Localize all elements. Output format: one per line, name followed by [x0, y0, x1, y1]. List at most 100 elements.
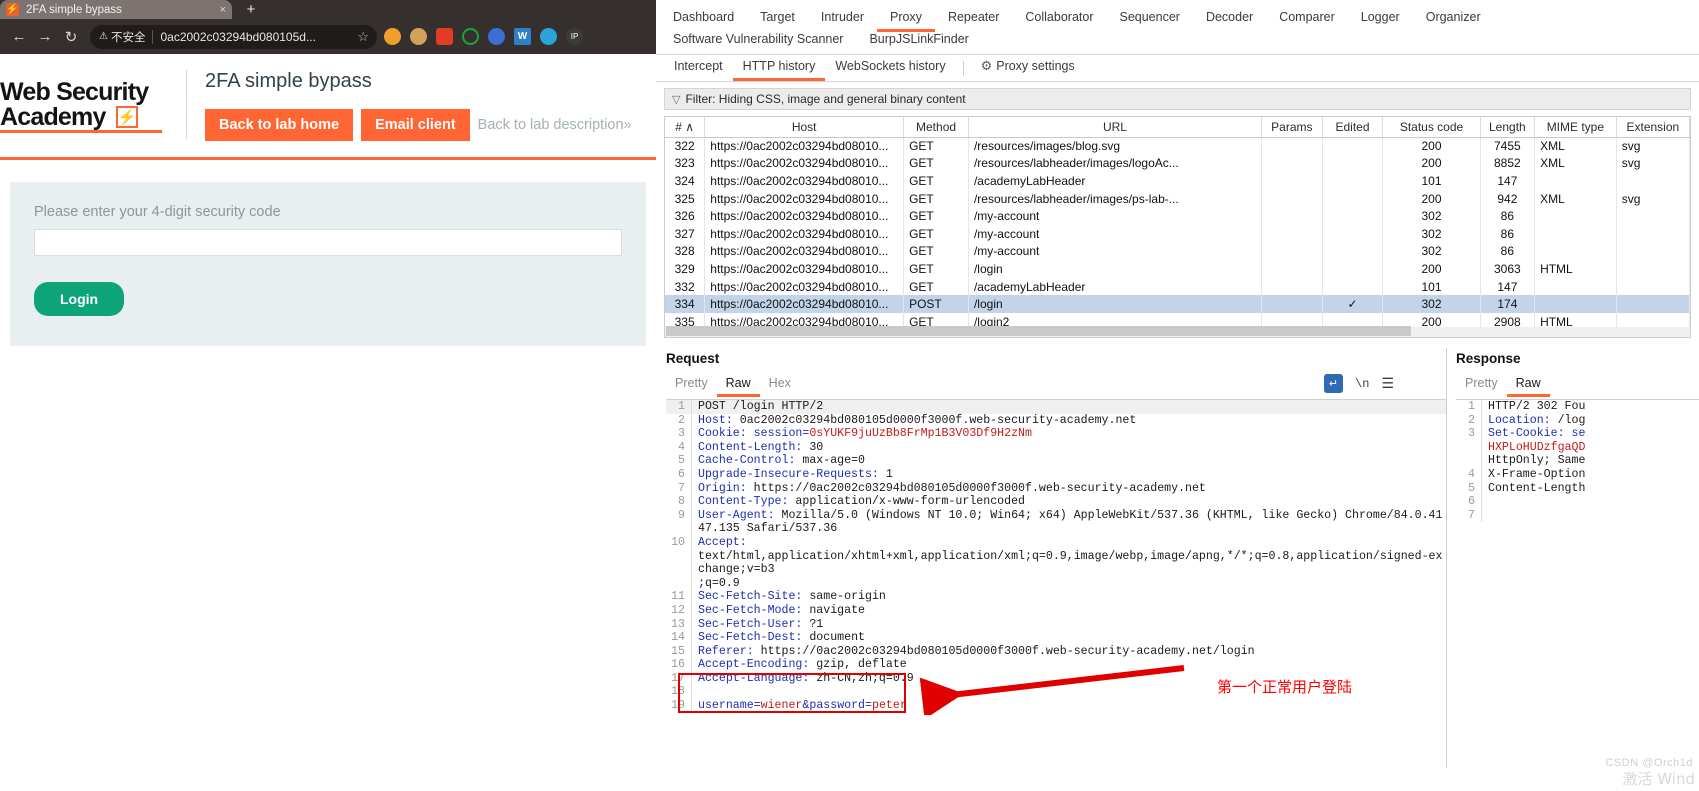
filter-bar[interactable]: ▽ Filter: Hiding CSS, image and general … — [664, 88, 1691, 110]
chevron-right-icon[interactable]: » — [624, 117, 632, 133]
table-row[interactable]: 328 https://0ac2002c03294bd08010... GET/my… — [665, 242, 1690, 261]
request-line: 10 Accept: text/html,application/xhtml+xm… — [666, 535, 1446, 591]
reload-icon[interactable]: ↻ — [58, 24, 84, 50]
back-to-lab-description-link[interactable]: Back to lab description — [478, 117, 624, 133]
cell-url: /my-account — [968, 207, 1262, 225]
burp-tab-decoder[interactable]: Decoder — [1193, 6, 1266, 32]
email-client-button[interactable]: Email client — [361, 109, 470, 141]
line-content — [1482, 509, 1488, 523]
cell-status: 302 — [1382, 207, 1481, 225]
cell-status: 101 — [1382, 277, 1481, 296]
request-line: 11 Sec-Fetch-Site: same-origin — [666, 590, 1446, 604]
cell-params — [1261, 224, 1323, 243]
http-history-table-container[interactable]: # ∧ Host Method URL Params Edited Status code L… — [664, 116, 1691, 338]
cell-ext — [1616, 172, 1690, 190]
request-tab-raw[interactable]: Raw — [716, 374, 760, 397]
address-bar[interactable]: ⚠ 不安全 0ac2002c03294bd080105d... ☆ — [90, 24, 377, 49]
windows-activation-watermark: 激活 Wind — [1622, 770, 1695, 788]
line-number: 14 — [666, 631, 692, 645]
request-tab-pretty[interactable]: Pretty — [666, 374, 717, 397]
table-row[interactable]: 329 https://0ac2002c03294bd08010... GET/lo… — [665, 260, 1690, 278]
burp-tab-collaborator[interactable]: Collaborator — [1012, 6, 1106, 32]
line-number: 9 — [666, 508, 692, 536]
response-line: HXPLoHUDzfgaQD — [1456, 440, 1699, 455]
tab-http-history[interactable]: HTTP history — [732, 55, 826, 81]
column-header-url[interactable]: URL — [968, 117, 1262, 138]
burp-tab-comparer[interactable]: Comparer — [1266, 6, 1348, 32]
table-row[interactable]: 326 https://0ac2002c03294bd08010... GET/my… — [665, 207, 1690, 225]
column-header-params[interactable]: Params — [1261, 117, 1323, 138]
dice-extension-icon[interactable] — [436, 28, 453, 45]
url-text[interactable]: 0ac2002c03294bd080105d... — [160, 30, 351, 44]
bookmark-star-icon[interactable]: ☆ — [357, 29, 369, 45]
table-row[interactable]: 325 https://0ac2002c03294bd08010... GET/re… — [665, 189, 1690, 208]
subtab-divider — [962, 60, 964, 76]
burp-tab-software-vulnerability-scanner[interactable]: Software Vulnerability Scanner — [660, 28, 856, 54]
forward-arrow-icon[interactable]: → — [32, 24, 58, 50]
close-icon[interactable]: × — [220, 4, 226, 16]
column-header-[interactable]: # ∧ — [665, 117, 706, 138]
table-row[interactable]: 322 https://0ac2002c03294bd08010... GET/re… — [665, 137, 1690, 155]
horizontal-scrollbar-thumb[interactable] — [666, 326, 1411, 336]
burp-tab-organizer[interactable]: Organizer — [1413, 6, 1494, 32]
column-header-method[interactable]: Method — [903, 117, 969, 138]
burp-tab-burpjslinkfinder[interactable]: BurpJSLinkFinder — [856, 28, 981, 54]
moon-extension-icon[interactable] — [488, 28, 505, 45]
back-to-lab-home-button[interactable]: Back to lab home — [205, 109, 354, 141]
line-content: X-Frame-Option — [1488, 467, 1586, 481]
response-panel: Response Pretty Raw 1 HTTP/2 302 Fou 2 Loca… — [1446, 348, 1699, 768]
cell-length: 942 — [1480, 189, 1536, 208]
response-raw-editor[interactable]: 1 HTTP/2 302 Fou 2 Location: /log 3 Set-Cooki… — [1456, 399, 1699, 757]
burp-tab-sequencer[interactable]: Sequencer — [1106, 6, 1192, 32]
new-tab-button[interactable]: + — [240, 1, 262, 19]
burp-tab-logger[interactable]: Logger — [1348, 6, 1413, 32]
response-line: 5 Content-Length — [1456, 481, 1699, 496]
lightning-bolt-icon: ⚡ — [115, 105, 138, 128]
response-tab-raw[interactable]: Raw — [1506, 374, 1550, 397]
back-arrow-icon[interactable]: ← — [6, 24, 32, 50]
cell-params — [1261, 137, 1323, 155]
column-header-length[interactable]: Length — [1480, 117, 1536, 138]
line-number: 19 — [666, 699, 692, 713]
cell-edited — [1322, 154, 1384, 173]
orange-circle-extension-icon[interactable] — [384, 28, 401, 45]
line-content: username=wiener&password=peter — [698, 699, 907, 713]
horizontal-scrollbar-track[interactable] — [665, 326, 1690, 337]
proxy-settings-button[interactable]: ⚙ Proxy settings — [971, 54, 1085, 82]
login-button[interactable]: Login — [34, 282, 125, 316]
table-row[interactable]: 323 https://0ac2002c03294bd08010... GET/re… — [665, 154, 1690, 173]
column-header-edited[interactable]: Edited — [1322, 117, 1384, 138]
line-content: Sec-Fetch-Site: same-origin — [698, 590, 886, 604]
cell-status: 200 — [1382, 154, 1481, 173]
tab-websockets-history[interactable]: WebSockets history — [825, 55, 955, 81]
table-row[interactable]: 332 https://0ac2002c03294bd08010... GET/ac… — [665, 277, 1690, 296]
column-header-mime-type[interactable]: MIME type — [1534, 117, 1617, 138]
newline-toggle-icon[interactable]: \n — [1355, 377, 1369, 391]
cell-url: /login — [968, 295, 1262, 313]
tab-intercept[interactable]: Intercept — [664, 55, 733, 81]
wappalyzer-extension-icon[interactable]: W — [514, 28, 531, 45]
octagon-extension-icon[interactable] — [462, 28, 479, 45]
request-tab-hex[interactable]: Hex — [760, 374, 800, 397]
table-row[interactable]: 327 https://0ac2002c03294bd08010... GET/my… — [665, 224, 1690, 243]
column-header-host[interactable]: Host — [704, 117, 905, 138]
burp-extension-tabs: Software Vulnerability Scanner BurpJSLink… — [656, 32, 1699, 55]
cell-mime: XML — [1534, 137, 1617, 155]
cell-method: GET — [903, 277, 969, 296]
response-tab-pretty[interactable]: Pretty — [1456, 374, 1507, 397]
browser-tab[interactable]: ⚡ 2FA simple bypass × — [0, 0, 232, 19]
ip-extension-icon[interactable]: IP — [566, 28, 583, 45]
hamburger-menu-icon[interactable]: ☰ — [1381, 375, 1394, 392]
word-wrap-icon[interactable]: ↵ — [1324, 374, 1344, 393]
cell-ext: svg — [1616, 154, 1690, 173]
cell-method: POST — [903, 295, 969, 313]
globe-extension-icon[interactable] — [540, 28, 557, 45]
column-header-extension[interactable]: Extension — [1616, 117, 1690, 138]
table-row[interactable]: 334 https://0ac2002c03294bd08010... POST/l… — [665, 295, 1690, 313]
column-header-status-code[interactable]: Status code — [1382, 117, 1481, 138]
cookie-extension-icon[interactable] — [410, 28, 427, 45]
table-row[interactable]: 324 https://0ac2002c03294bd08010... GET/ac… — [665, 172, 1690, 190]
cell-host: https://0ac2002c03294bd08010... — [704, 154, 905, 173]
cell-num: 327 — [665, 224, 706, 243]
security-code-input[interactable] — [34, 229, 622, 256]
